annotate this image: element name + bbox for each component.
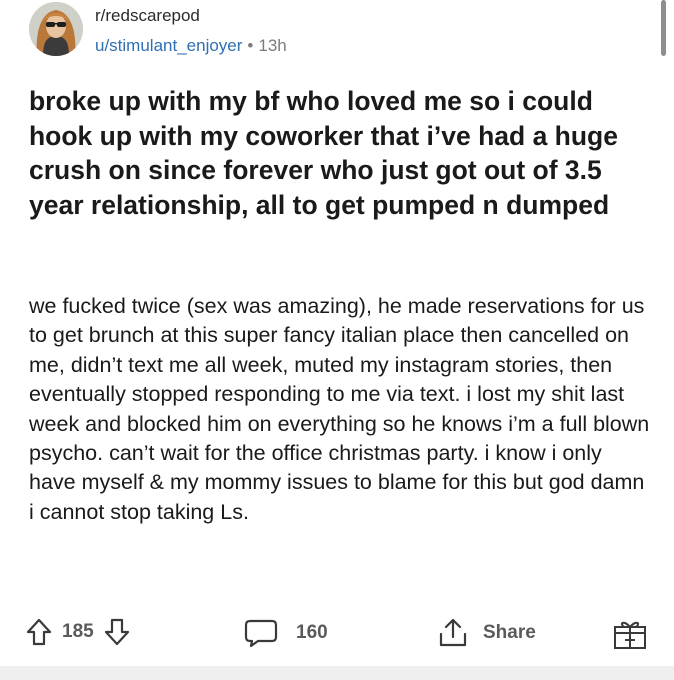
share-label: Share [483,622,536,643]
meta-separator: • [247,36,254,55]
username-link[interactable]: u/stimulant_enjoyer [95,36,242,55]
share-icon [437,618,469,648]
speech-bubble-icon [244,618,278,648]
arrow-up-icon[interactable] [26,618,52,646]
vote-group: 185 [26,618,130,646]
gift-icon [612,618,648,650]
comments-button[interactable]: 160 [244,618,328,648]
share-button[interactable]: Share [437,618,536,648]
bottom-divider [0,666,674,680]
post-actions-bar: 185 160 Share [0,612,674,662]
post-time: 13h [258,36,287,55]
subreddit-name[interactable]: r/redscarepod [95,6,200,26]
scrollbar[interactable] [661,0,666,56]
avatar[interactable] [29,2,83,56]
post-body: we fucked twice (sex was amazing), he ma… [29,294,650,524]
avatar-image [29,2,83,56]
upvote-count: 185 [62,621,94,642]
post-meta: u/stimulant_enjoyer • 13h [95,36,287,56]
award-button[interactable] [612,618,648,650]
arrow-down-icon[interactable] [104,618,130,646]
post-title[interactable]: broke up with my bf who loved me so i co… [29,84,649,222]
comment-count: 160 [296,622,328,643]
